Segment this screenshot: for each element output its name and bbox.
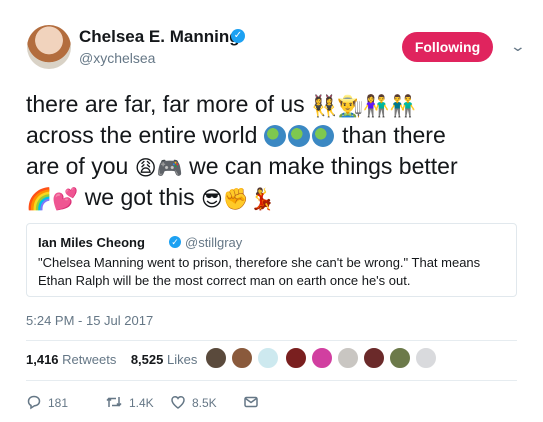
retweets-label: Retweets <box>62 352 117 367</box>
likes-label: Likes <box>167 352 198 367</box>
tweet-line-3: are of you <box>26 153 129 179</box>
heart-icon <box>171 395 185 409</box>
globe-icon <box>263 125 286 147</box>
reply-count: 181 <box>48 396 69 410</box>
likes-count: 8,525 <box>130 352 164 367</box>
globe-icon <box>311 125 334 147</box>
reply-icon <box>27 395 41 410</box>
rainbow-hearts-emoji: 🌈💕 <box>26 188 79 211</box>
engagement-stats: 1,416 Retweets 8,525 Likes <box>26 352 197 367</box>
retweet-icon <box>106 397 122 407</box>
like-count: 8.5K <box>192 396 217 410</box>
retweet-count: 1.4K <box>129 396 154 410</box>
divider <box>26 380 517 381</box>
chevron-down-icon[interactable]: ⌄ <box>510 38 526 55</box>
following-button[interactable]: Following <box>402 32 493 62</box>
liker-avatar[interactable] <box>257 347 279 369</box>
likes-stat[interactable]: 8,525 Likes <box>131 352 198 367</box>
retweets-stat[interactable]: 1,416 Retweets <box>26 352 116 367</box>
quoted-tweet-text: "Chelsea Manning went to prison, therefo… <box>38 255 481 288</box>
tweet-line-3-tail: we can make things better <box>189 153 458 179</box>
verified-icon: ✓ <box>231 29 245 43</box>
message-icon <box>244 396 258 408</box>
tweet-line-4: we got this <box>84 184 195 210</box>
liker-avatar[interactable] <box>337 347 359 369</box>
quoted-author-handle: @stillgray <box>185 235 243 250</box>
divider <box>26 340 517 341</box>
author-name[interactable]: Chelsea E. Manning <box>79 27 240 47</box>
liker-avatar[interactable] <box>415 347 437 369</box>
quoted-author-name: Ian Miles Cheong <box>38 235 145 250</box>
tweet-line-2: across the entire world <box>26 122 258 148</box>
retweet-button[interactable]: 1.4K <box>105 394 154 410</box>
reply-button[interactable]: 181 <box>26 394 68 410</box>
verified-icon: ✓ <box>169 236 181 248</box>
liker-avatar[interactable] <box>231 347 253 369</box>
liker-avatar[interactable] <box>311 347 333 369</box>
liker-avatar[interactable] <box>363 347 385 369</box>
liker-avatar[interactable] <box>285 347 307 369</box>
tweet-line-1: there are far, far more of us <box>26 91 305 117</box>
retweets-count: 1,416 <box>26 352 59 367</box>
like-button[interactable]: 8.5K <box>170 394 217 410</box>
people-emoji: 👯‍♀️👨‍🌾👫👬 <box>311 95 416 118</box>
weary-gamepad-emoji: 😩🎮 <box>134 157 183 180</box>
avatar[interactable] <box>27 25 71 69</box>
tweet-card: Chelsea E. Manning ✓ @xychelsea Followin… <box>0 0 543 422</box>
tweet-text: there are far, far more of us 👯‍♀️👨‍🌾👫👬 … <box>26 89 526 213</box>
liker-avatar[interactable] <box>205 347 227 369</box>
cool-fist-dancer-emoji: 😎✊💃 <box>201 188 276 211</box>
tweet-line-2-tail: than there <box>342 122 446 148</box>
globe-icon <box>287 125 310 147</box>
liker-avatar[interactable] <box>389 347 411 369</box>
direct-message-button[interactable] <box>243 394 265 410</box>
tweet-timestamp[interactable]: 5:24 PM - 15 Jul 2017 <box>26 313 153 328</box>
author-handle[interactable]: @xychelsea <box>79 50 155 66</box>
quoted-tweet[interactable]: Ian Miles Cheong ✓ @stillgray "Chelsea M… <box>26 223 517 297</box>
